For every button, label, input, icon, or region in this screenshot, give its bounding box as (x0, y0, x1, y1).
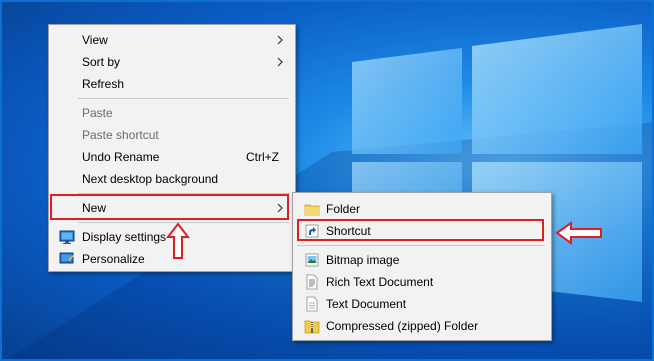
menu-item-sort-by[interactable]: Sort by (49, 51, 295, 73)
menu-separator (78, 98, 289, 99)
submenu-item-folder[interactable]: Folder (293, 198, 551, 220)
menu-separator (297, 245, 545, 246)
submenu-item-label: Bitmap image (326, 253, 400, 267)
bitmap-image-icon (305, 253, 319, 267)
menu-item-label: Sort by (82, 55, 121, 69)
menu-item-paste: Paste (49, 102, 295, 124)
menu-item-view[interactable]: View (49, 29, 295, 51)
submenu-item-label: Folder (326, 202, 361, 216)
new-submenu: Folder Shortcut Bitmap image Rich Text D… (292, 192, 552, 341)
up-arrow-annotation-icon (166, 222, 190, 259)
rich-text-document-icon (306, 274, 318, 290)
menu-item-undo-rename[interactable]: Undo Rename Ctrl+Z (49, 146, 295, 168)
zipped-folder-icon (304, 320, 320, 334)
menu-item-label: Paste (82, 106, 113, 120)
folder-icon (304, 204, 320, 216)
menu-item-label: Paste shortcut (82, 128, 159, 142)
display-settings-icon (59, 230, 75, 244)
chevron-right-icon (277, 57, 283, 67)
submenu-item-label: Compressed (zipped) Folder (326, 319, 479, 333)
menu-item-label: Undo Rename (82, 150, 160, 164)
menu-item-paste-shortcut: Paste shortcut (49, 124, 295, 146)
submenu-item-text-document[interactable]: Text Document (293, 293, 551, 315)
submenu-item-label: Rich Text Document (326, 275, 434, 289)
menu-item-label: View (82, 33, 108, 47)
left-arrow-annotation-icon (555, 221, 602, 245)
shortcut-item-highlight-box (297, 219, 544, 241)
menu-item-label: Refresh (82, 77, 125, 91)
chevron-right-icon (277, 35, 283, 45)
menu-item-next-desktop-background[interactable]: Next desktop background (49, 168, 295, 190)
text-document-icon (306, 296, 318, 312)
submenu-item-compressed-folder[interactable]: Compressed (zipped) Folder (293, 315, 551, 337)
submenu-item-label: Text Document (326, 297, 407, 311)
personalize-icon (59, 252, 74, 264)
menu-item-shortcut: Ctrl+Z (246, 150, 279, 164)
new-item-highlight-box (50, 194, 289, 220)
submenu-item-bitmap-image[interactable]: Bitmap image (293, 249, 551, 271)
menu-item-label: Next desktop background (82, 172, 219, 186)
menu-item-refresh[interactable]: Refresh (49, 73, 295, 95)
submenu-item-rich-text-document[interactable]: Rich Text Document (293, 271, 551, 293)
